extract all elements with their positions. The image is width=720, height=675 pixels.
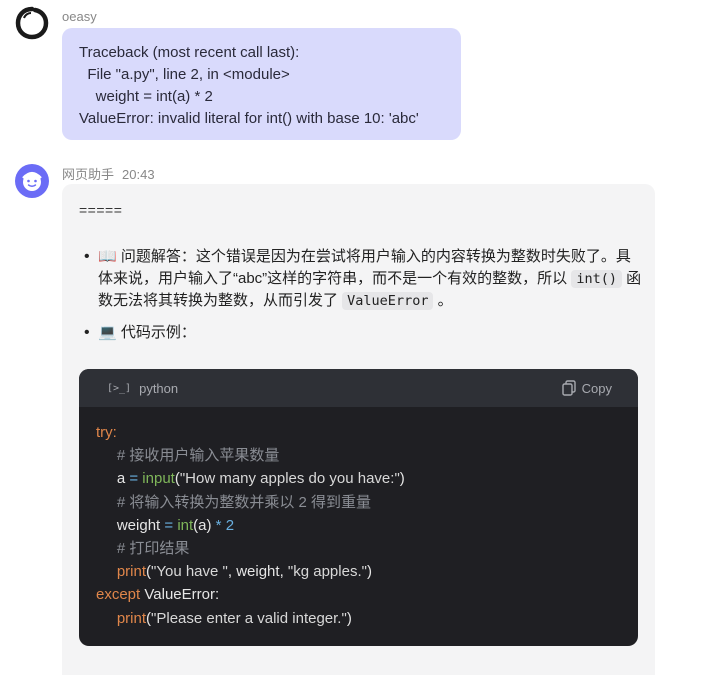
code-body[interactable]: try: # 接收用户输入苹果数量 a = input("How many ap… bbox=[79, 407, 638, 644]
code-token: weight bbox=[116, 516, 161, 534]
code-token: a bbox=[198, 516, 207, 534]
user-message-bubble: Traceback (most recent call last): File … bbox=[62, 28, 461, 140]
traceback-line: File "a.py", line 2, in <module> bbox=[79, 66, 290, 83]
assistant-name-line: 网页助手 20:43 bbox=[62, 164, 155, 183]
separator-text: ===== bbox=[79, 202, 123, 218]
copy-icon bbox=[561, 380, 576, 396]
traceback-line: ValueError: invalid literal for int() wi… bbox=[79, 110, 419, 127]
answer-text: 问题解答：这个错误是因为在尝试将用户输入的内容转换为整数时失败了。具体来说，用户… bbox=[98, 248, 631, 287]
code-string: "kg apples." bbox=[287, 563, 367, 581]
code-header: [>_] python Copy bbox=[79, 369, 638, 407]
code-token: * bbox=[215, 516, 222, 534]
book-icon: 📖 bbox=[98, 248, 117, 265]
list-item: 💻 代码示例： bbox=[82, 322, 642, 344]
code-token: try: bbox=[96, 424, 117, 441]
code-string: "You have " bbox=[151, 563, 228, 581]
code-token: ValueError bbox=[144, 586, 215, 604]
code-token: 2 bbox=[225, 516, 235, 534]
answer-list: 📖 问题解答：这个错误是因为在尝试将用户输入的内容转换为整数时失败了。具体来说，… bbox=[82, 246, 642, 354]
assistant-avatar[interactable] bbox=[15, 164, 49, 198]
code-token: except bbox=[96, 586, 141, 604]
bot-face-icon bbox=[22, 171, 42, 191]
list-item: 📖 问题解答：这个错误是因为在尝试将用户输入的内容转换为整数时失败了。具体来说，… bbox=[82, 246, 642, 312]
code-token: = bbox=[164, 516, 174, 534]
answer-text: 。 bbox=[433, 292, 453, 309]
code-token: = bbox=[129, 470, 139, 488]
terminal-icon: [>_] bbox=[107, 382, 132, 394]
code-block: [>_] python Copy try: # 接收用户输入苹果数量 a = i… bbox=[79, 369, 638, 646]
answer-text: 代码示例： bbox=[116, 324, 196, 341]
copy-label: Copy bbox=[581, 380, 612, 396]
code-token: print bbox=[116, 563, 147, 581]
inline-code: ValueError bbox=[342, 292, 434, 310]
copy-button[interactable]: Copy bbox=[561, 380, 612, 396]
user-avatar[interactable] bbox=[15, 6, 49, 40]
laptop-icon: 💻 bbox=[98, 324, 117, 341]
assistant-message-bubble: ===== 📖 问题解答：这个错误是因为在尝试将用户输入的内容转换为整数时失败了… bbox=[62, 184, 655, 675]
code-token: input bbox=[142, 470, 175, 488]
assistant-name: 网页助手 bbox=[62, 167, 115, 182]
code-token: a bbox=[116, 470, 126, 488]
code-token: weight bbox=[236, 563, 280, 581]
message-time: 20:43 bbox=[122, 167, 155, 182]
code-string: "How many apples do you have:" bbox=[179, 470, 400, 488]
code-comment: # 打印结果 bbox=[116, 540, 190, 558]
code-comment: # 接收用户输入苹果数量 bbox=[116, 447, 280, 465]
code-token: print bbox=[116, 609, 147, 627]
traceback-line: weight = int(a) * 2 bbox=[79, 88, 213, 105]
user-name: oeasy bbox=[62, 9, 97, 24]
code-token: int bbox=[177, 516, 194, 534]
code-language-label: python bbox=[139, 380, 179, 396]
inline-code: int() bbox=[571, 270, 622, 288]
ensō-logo-icon bbox=[15, 6, 49, 40]
code-comment: # 将输入转换为整数并乘以 2 得到重量 bbox=[116, 493, 372, 511]
code-language: [>_] python bbox=[107, 381, 178, 396]
traceback-line: Traceback (most recent call last): bbox=[79, 44, 300, 61]
code-string: "Please enter a valid integer." bbox=[151, 609, 347, 627]
